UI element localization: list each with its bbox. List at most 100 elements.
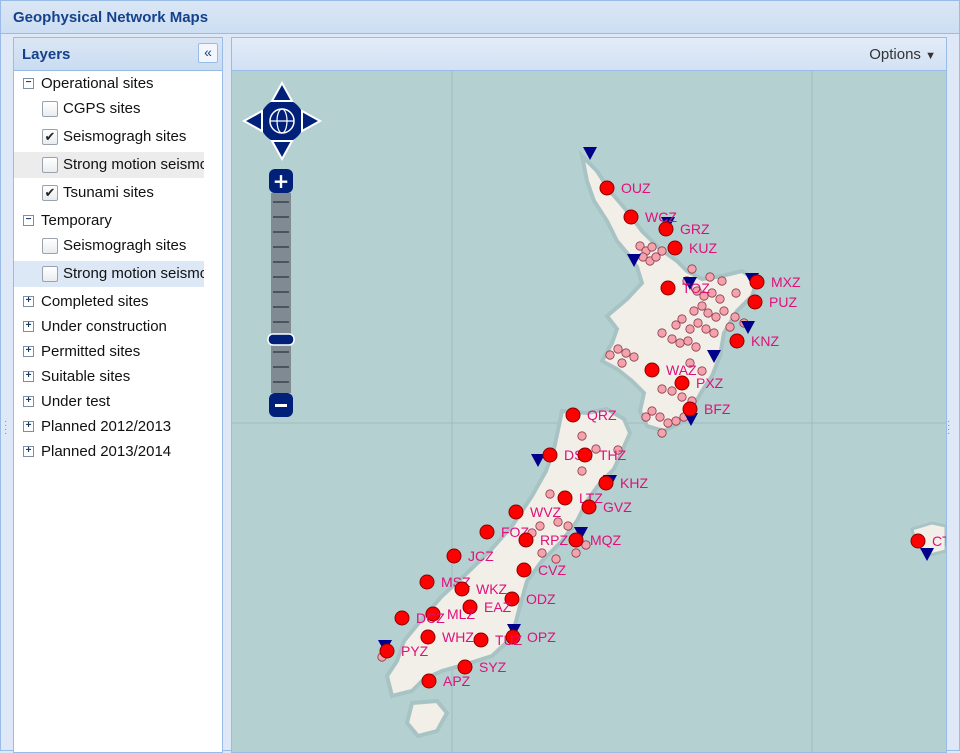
minor-station-marker[interactable]: [563, 521, 573, 531]
expand-plus-icon[interactable]: +: [23, 346, 34, 357]
minor-station-marker[interactable]: [671, 416, 681, 426]
minor-station-marker[interactable]: [689, 306, 699, 316]
minor-station-marker[interactable]: [571, 548, 581, 558]
minor-station-marker[interactable]: [703, 308, 713, 318]
minor-station-marker[interactable]: [731, 288, 741, 298]
tree-node-strong-motion[interactable]: Strong motion seismographs: [14, 152, 204, 178]
zoom-bar[interactable]: +: [267, 169, 295, 417]
tree-node-planned-2012[interactable]: + Planned 2012/2013: [14, 414, 222, 440]
expand-plus-icon[interactable]: +: [23, 371, 34, 382]
seismograph-site-marker[interactable]: [473, 632, 489, 648]
tree-node-cgps-sites[interactable]: CGPS sites: [14, 96, 222, 122]
seismograph-site-marker[interactable]: [623, 209, 639, 225]
minor-station-marker[interactable]: [629, 352, 639, 362]
minor-station-marker[interactable]: [657, 246, 667, 256]
map-canvas[interactable]: OUZWCZGRZKUZMXZTOZPUZKNZWAZPXZBFZQRZDSZT…: [232, 71, 946, 752]
checkbox-checked[interactable]: ✔: [42, 129, 58, 145]
seismograph-site-marker[interactable]: [674, 375, 690, 391]
collapse-minus-icon[interactable]: −: [23, 78, 34, 89]
minor-station-marker[interactable]: [605, 350, 615, 360]
tree-node-seismograph-sites[interactable]: ✔ Seismogragh sites: [14, 124, 222, 150]
minor-station-marker[interactable]: [677, 392, 687, 402]
options-button[interactable]: Options ▼: [869, 46, 936, 63]
seismograph-site-marker[interactable]: [457, 659, 473, 675]
map-viewport[interactable]: OUZWCZGRZKUZMXZTOZPUZKNZWAZPXZBFZQRZDSZT…: [232, 71, 946, 752]
tree-node-temp-seismograph[interactable]: Seismogragh sites: [14, 233, 222, 259]
tree-node-operational-sites[interactable]: − Operational sites: [14, 71, 222, 97]
minor-station-marker[interactable]: [667, 334, 677, 344]
minor-station-marker[interactable]: [667, 386, 677, 396]
minor-station-marker[interactable]: [577, 431, 587, 441]
minor-station-marker[interactable]: [671, 320, 681, 330]
seismograph-site-marker[interactable]: [446, 548, 462, 564]
checkbox[interactable]: [42, 101, 58, 117]
minor-station-marker[interactable]: [655, 412, 665, 422]
expand-plus-icon[interactable]: +: [23, 321, 34, 332]
minor-station-marker[interactable]: [697, 366, 707, 376]
minor-station-marker[interactable]: [709, 328, 719, 338]
checkbox[interactable]: [42, 157, 58, 173]
minor-station-marker[interactable]: [687, 264, 697, 274]
seismograph-site-marker[interactable]: [658, 221, 674, 237]
minor-station-marker[interactable]: [641, 412, 651, 422]
tree-node-under-test[interactable]: + Under test: [14, 389, 222, 415]
expand-plus-icon[interactable]: +: [23, 296, 34, 307]
east-splitter-handle[interactable]: · · · ·: [947, 417, 950, 439]
minor-station-marker[interactable]: [657, 328, 667, 338]
minor-station-marker[interactable]: [715, 294, 725, 304]
seismograph-site-marker[interactable]: [729, 333, 745, 349]
seismograph-site-marker[interactable]: [577, 447, 593, 463]
seismograph-site-marker[interactable]: [747, 294, 763, 310]
minor-station-marker[interactable]: [535, 521, 545, 531]
seismograph-site-marker[interactable]: [598, 475, 614, 491]
minor-station-marker[interactable]: [577, 466, 587, 476]
minor-station-marker[interactable]: [725, 322, 735, 332]
west-splitter-handle[interactable]: · · · ·: [4, 417, 7, 439]
minor-station-marker[interactable]: [617, 358, 627, 368]
minor-station-marker[interactable]: [545, 489, 555, 499]
minor-station-marker[interactable]: [657, 428, 667, 438]
minor-station-marker[interactable]: [675, 338, 685, 348]
seismograph-site-marker[interactable]: [568, 532, 584, 548]
pan-left-icon[interactable]: [241, 109, 263, 133]
seismograph-site-marker[interactable]: [667, 240, 683, 256]
tree-node-temp-strong-motion[interactable]: Strong motion seismographs: [14, 261, 204, 287]
minor-station-marker[interactable]: [719, 306, 729, 316]
seismograph-site-marker[interactable]: [419, 574, 435, 590]
seismograph-site-marker[interactable]: [749, 274, 765, 290]
seismograph-site-marker[interactable]: [516, 562, 532, 578]
seismograph-site-marker[interactable]: [599, 180, 615, 196]
checkbox[interactable]: [42, 266, 58, 282]
seismograph-site-marker[interactable]: [420, 629, 436, 645]
expand-plus-icon[interactable]: +: [23, 446, 34, 457]
collapse-minus-icon[interactable]: −: [23, 215, 34, 226]
tree-node-permitted-sites[interactable]: + Permitted sites: [14, 339, 222, 365]
seismograph-site-marker[interactable]: [454, 581, 470, 597]
seismograph-site-marker[interactable]: [581, 499, 597, 515]
tree-node-temporary[interactable]: − Temporary: [14, 208, 222, 234]
minor-station-marker[interactable]: [711, 312, 721, 322]
minor-station-marker[interactable]: [647, 242, 657, 252]
seismograph-site-marker[interactable]: [557, 490, 573, 506]
minor-station-marker[interactable]: [693, 318, 703, 328]
minor-station-marker[interactable]: [621, 348, 631, 358]
minor-station-marker[interactable]: [691, 342, 701, 352]
checkbox-checked[interactable]: ✔: [42, 185, 58, 201]
minor-station-marker[interactable]: [730, 312, 740, 322]
seismograph-site-marker[interactable]: [910, 533, 926, 549]
minor-station-marker[interactable]: [701, 324, 711, 334]
minor-station-marker[interactable]: [683, 336, 693, 346]
pan-right-icon[interactable]: [301, 109, 323, 133]
double-chevron-left-icon[interactable]: «: [198, 43, 218, 63]
tree-node-planned-2013[interactable]: + Planned 2013/2014: [14, 439, 222, 465]
expand-plus-icon[interactable]: +: [23, 396, 34, 407]
seismograph-site-marker[interactable]: [379, 643, 395, 659]
seismograph-site-marker[interactable]: [479, 524, 495, 540]
tree-node-completed-sites[interactable]: + Completed sites: [14, 289, 222, 315]
seismograph-site-marker[interactable]: [644, 362, 660, 378]
seismograph-site-marker[interactable]: [394, 610, 410, 626]
pan-control[interactable]: [241, 80, 323, 162]
minor-station-marker[interactable]: [537, 548, 547, 558]
seismograph-site-marker[interactable]: [660, 280, 676, 296]
minor-station-marker[interactable]: [685, 324, 695, 334]
